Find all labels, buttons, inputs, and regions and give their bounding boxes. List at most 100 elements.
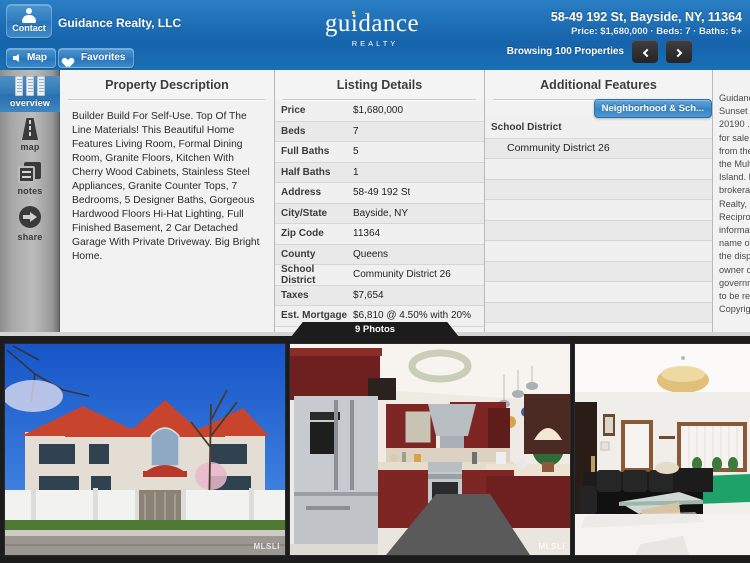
row-key: Full Baths	[281, 146, 330, 158]
table-row[interactable]: Beds 7	[275, 121, 484, 142]
app-header: Contact Guidance Realty, LLC Map Favorit…	[0, 0, 750, 70]
feature-row-empty	[485, 261, 712, 282]
sidebar-item-label: map	[20, 142, 40, 152]
feature-value: Community District 26	[507, 142, 610, 155]
row-value: Queens	[353, 248, 389, 260]
panel-title: Listing Details	[275, 70, 484, 99]
photo-watermark: MLSLI	[253, 542, 280, 551]
row-value: 11364	[353, 228, 381, 240]
notes-icon	[18, 162, 42, 184]
company-name: Guidance Realty, LLC	[58, 16, 182, 30]
feature-row-empty	[485, 323, 712, 332]
favorites-button[interactable]: Favorites	[58, 48, 135, 68]
table-row[interactable]: Address 58-49 192 St	[275, 183, 484, 204]
exterior-front-photo[interactable]: MLSLI	[5, 344, 285, 555]
row-key: City/State	[281, 207, 328, 219]
neighborhood-schools-button[interactable]: Neighborhood & Sch...	[593, 99, 712, 118]
table-row[interactable]: Half Baths 1	[275, 162, 484, 183]
logo-name: guidance	[324, 10, 420, 37]
row-value: 1	[353, 166, 359, 178]
row-value: Community District 26	[353, 269, 451, 281]
logo-dot-icon	[352, 11, 355, 14]
feature-group-label: School District	[491, 122, 562, 134]
feature-row-empty	[485, 302, 712, 323]
row-value: $6,810 @ 4.50% with 20%	[353, 310, 472, 322]
contact-button-label: Contact	[12, 23, 46, 33]
disclaimer-text: Guidance Sunset H 20190 . T for sale o f…	[719, 93, 750, 315]
feature-row-empty	[485, 282, 712, 303]
feature-row-empty	[485, 179, 712, 200]
sidebar-item-overview[interactable]: overview	[0, 76, 69, 112]
next-property-button[interactable]	[666, 40, 692, 63]
row-value: Bayside, NY	[353, 207, 409, 219]
sidebar-item-notes[interactable]: notes	[0, 162, 60, 200]
row-key: Taxes	[281, 289, 309, 301]
sidebar-item-share[interactable]: share	[0, 206, 60, 246]
row-key: School District	[281, 263, 316, 286]
listing-details-table[interactable]: Price $1,680,000 Beds 7 Full Baths 5 Half Bath…	[275, 101, 484, 327]
map-button-label: Map	[27, 52, 47, 63]
share-arrow-icon	[18, 206, 42, 230]
contact-button[interactable]: Contact	[6, 4, 52, 38]
property-address: 58-49 192 St, Bayside, NY, 11364	[550, 10, 742, 24]
table-row[interactable]: Taxes $7,654	[275, 285, 484, 306]
feature-row[interactable]: Community District 26	[485, 138, 712, 159]
table-row[interactable]: County Queens	[275, 244, 484, 265]
browsing-count: Browsing 100 Properties	[506, 46, 624, 57]
property-stats: Price: $1,680,000 · Beds: 7 · Baths: 5+	[571, 26, 742, 37]
kitchen-photo-image	[290, 344, 570, 555]
map-button[interactable]: Map	[6, 48, 56, 68]
table-row[interactable]: Zip Code 11364	[275, 224, 484, 245]
panel-title: Additional Features	[485, 70, 712, 99]
additional-features-table[interactable]: School District Community District 26	[485, 118, 712, 332]
row-key: Zip Code	[281, 228, 324, 240]
feature-row-empty	[485, 220, 712, 241]
table-row[interactable]: Price $1,680,000	[275, 101, 484, 122]
row-value: 58-49 192 St	[353, 187, 411, 199]
table-row[interactable]: City/State Bayside, NY	[275, 203, 484, 224]
property-description-text: Builder Build For Self-Use. Top Of The L…	[72, 111, 260, 262]
previous-property-button[interactable]	[632, 40, 658, 63]
exterior-front-photo-image	[5, 344, 285, 555]
feature-row-empty	[485, 241, 712, 262]
brand-logo: guidance REALTY	[322, 10, 422, 48]
row-key: County	[281, 248, 316, 260]
feature-row-empty	[485, 200, 712, 221]
kitchen-photo[interactable]: MLSLI	[290, 344, 570, 555]
heart-icon	[65, 54, 76, 64]
living-room-photo-image	[575, 344, 750, 555]
row-value: 7	[353, 125, 359, 137]
row-value: $7,654	[353, 289, 384, 301]
road-map-icon	[19, 118, 41, 140]
row-value: $1,680,000	[353, 105, 404, 117]
row-key: Address	[281, 187, 322, 199]
row-value: 5	[353, 146, 359, 158]
living-room-photo[interactable]	[575, 344, 750, 555]
favorites-button-label: Favorites	[81, 52, 126, 63]
panel-divider	[283, 99, 476, 100]
photo-strip: MLSLI MLSLI	[0, 336, 750, 563]
photo-watermark: MLSLI	[538, 542, 565, 551]
left-sidebar: overview map notes share	[0, 70, 69, 332]
property-detail-app: Contact Guidance Realty, LLC Map Favorit…	[0, 0, 750, 563]
back-arrow-icon	[13, 54, 19, 62]
table-row[interactable]: School District Community District 26	[275, 263, 484, 286]
disclaimer-panel: Guidance Sunset H 20190 . T for sale o f…	[713, 70, 750, 332]
additional-features-panel: Additional Features Neighborhood & Sch..…	[485, 70, 713, 332]
photo-count-banner[interactable]: 9 Photos	[291, 322, 459, 337]
person-icon	[21, 8, 37, 23]
sidebar-item-map[interactable]: map	[0, 118, 60, 156]
detail-panels: Property Description Builder Build For S…	[60, 70, 750, 332]
row-key: Half Baths	[281, 166, 331, 178]
row-key: Est. Mortgage	[281, 310, 348, 322]
feature-row-empty	[485, 159, 712, 180]
listing-details-panel: Listing Details Price $1,680,000 Beds 7 Full…	[275, 70, 485, 332]
sidebar-item-label: overview	[9, 98, 51, 108]
sidebar-item-label: notes	[17, 186, 43, 196]
sidebar-item-label: share	[17, 232, 43, 242]
row-key: Beds	[281, 125, 306, 137]
panel-title: Property Description	[60, 70, 274, 99]
chevron-right-icon	[673, 48, 682, 58]
table-row[interactable]: Full Baths 5	[275, 142, 484, 163]
logo-subtitle: REALTY	[351, 39, 399, 48]
